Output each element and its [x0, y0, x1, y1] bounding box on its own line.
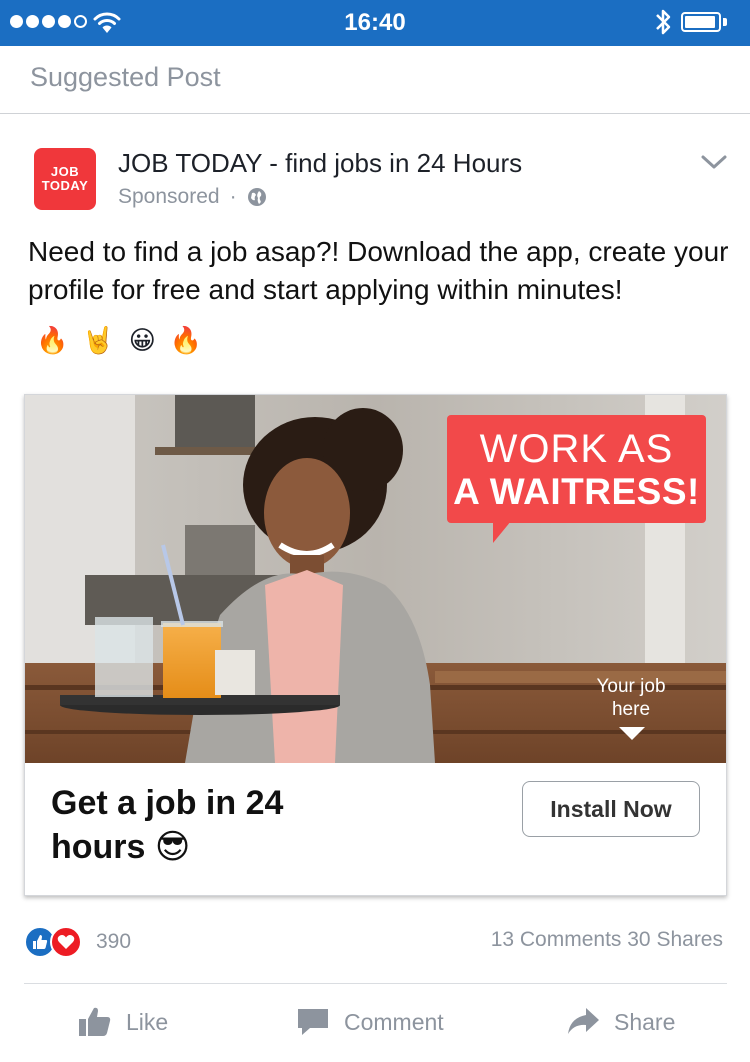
logo-text-line2: TODAY [41, 178, 89, 193]
status-time: 16:40 [344, 9, 406, 36]
bubble-line-2: A WAITRESS! [453, 471, 700, 512]
battery-tip [723, 18, 727, 26]
comment-label: Comment [344, 1008, 444, 1035]
status-bar: 16:40 [0, 0, 750, 46]
ad-photo[interactable]: WORK AS A WAITRESS! Your job here [25, 395, 726, 763]
fire-emoji: 🔥 [169, 325, 203, 355]
reactions-summary[interactable]: 390 [24, 926, 131, 958]
thumbs-up-icon [79, 1007, 111, 1036]
comment-button[interactable]: Comment [296, 1006, 444, 1038]
battery-icon [681, 12, 721, 32]
header-divider [0, 113, 750, 114]
like-button[interactable]: Like [78, 1006, 168, 1038]
sponsored-meta: Sponsored · [118, 185, 267, 209]
meta-separator: · [229, 185, 237, 208]
chevron-down-icon[interactable] [700, 152, 728, 172]
speech-bubble: WORK AS A WAITRESS! [447, 415, 706, 523]
like-label: Like [126, 1008, 169, 1035]
fire-emoji: 🔥 [36, 325, 69, 355]
grinning-emoji: 😀 [128, 325, 156, 355]
your-job-overlay: Your job here [581, 675, 681, 721]
overlay-line-2: here [611, 699, 651, 720]
page-name-link[interactable]: JOB TODAY - find jobs in 24 Hours [118, 148, 522, 179]
logo-text-line1: JOB [50, 164, 80, 179]
page-avatar[interactable]: JOB TODAY [34, 148, 96, 210]
love-reaction-icon [50, 926, 82, 958]
bubble-line-1: WORK AS [479, 427, 674, 471]
share-label: Share [614, 1008, 676, 1035]
comments-shares-count[interactable]: 13 Comments 30 Shares [491, 928, 723, 952]
emoji-row: 🔥 🤘 😀 🔥 [36, 322, 202, 358]
comment-icon [298, 1009, 328, 1035]
overlay-line-1: Your job [596, 676, 666, 697]
share-button[interactable]: Share [566, 1006, 675, 1038]
actions-divider [24, 983, 727, 984]
bluetooth-icon [656, 9, 671, 35]
globe-icon [247, 188, 266, 206]
install-now-button[interactable]: Install Now [522, 781, 700, 837]
ad-headline: Get a job in 24 hours 😎 [51, 784, 284, 866]
share-icon [568, 1008, 599, 1034]
post-text: Need to find a job asap?! Download the a… [28, 236, 729, 305]
suggested-post-label: Suggested Post [30, 62, 221, 92]
sponsored-label: Sponsored [118, 185, 220, 208]
down-arrow-icon [619, 727, 645, 740]
reaction-count: 390 [96, 930, 132, 953]
rock-hand-emoji: 🤘 [82, 325, 115, 355]
ad-card[interactable]: WORK AS A WAITRESS! Your job here Get a … [24, 394, 727, 896]
speech-bubble-tail [493, 521, 511, 543]
